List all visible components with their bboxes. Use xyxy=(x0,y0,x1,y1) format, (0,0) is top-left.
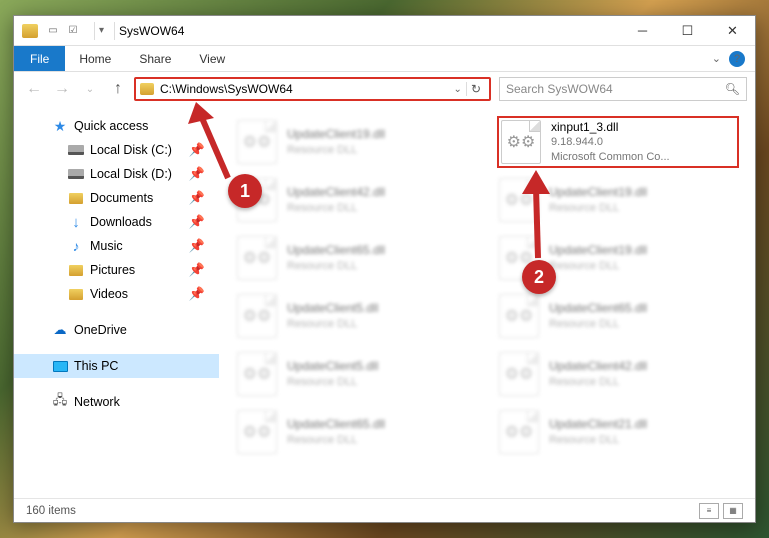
title-bar: ▭ ☑ ▾ SysWOW64 ─ ☐ ✕ xyxy=(14,16,755,46)
pin-icon: 📌 xyxy=(189,238,205,254)
item-count: 160 items xyxy=(26,505,76,517)
pin-icon: 📌 xyxy=(189,262,205,278)
sidebar-onedrive[interactable]: ☁ OneDrive xyxy=(14,318,219,342)
drive-icon xyxy=(68,145,84,155)
network-icon: 🖧 xyxy=(52,394,68,410)
folder-icon xyxy=(69,289,83,300)
drive-icon xyxy=(68,169,84,179)
refresh-button[interactable]: ↻ xyxy=(466,82,485,96)
qat-button[interactable]: ▭ xyxy=(44,22,62,40)
dll-file-icon: ⚙⚙ xyxy=(501,120,541,164)
close-button[interactable]: ✕ xyxy=(710,16,755,46)
sidebar-item-downloads[interactable]: ↓ Downloads 📌 xyxy=(14,210,219,234)
quick-access-toolbar: ▭ ☑ xyxy=(44,22,82,40)
dll-file-icon: ⚙⚙ xyxy=(237,294,277,338)
tab-share[interactable]: Share xyxy=(125,46,185,71)
pin-icon: 📌 xyxy=(189,286,205,302)
recent-dropdown[interactable]: ⌄ xyxy=(78,77,102,101)
sidebar-item-music[interactable]: ♪ Music 📌 xyxy=(14,234,219,258)
file-version: 9.18.944.0 xyxy=(551,135,670,150)
star-icon: ★ xyxy=(52,118,68,134)
tab-home[interactable]: Home xyxy=(65,46,125,71)
file-item[interactable]: ⚙⚙ UpdateClient5.dllResource DLL xyxy=(235,290,477,342)
sidebar-network[interactable]: 🖧 Network xyxy=(14,390,219,414)
file-item[interactable]: ⚙⚙ UpdateClient21.dllResource DLL xyxy=(497,406,739,458)
annotation-callout-2: 2 xyxy=(522,260,556,294)
dll-file-icon: ⚙⚙ xyxy=(237,410,277,454)
search-input[interactable]: Search SysWOW64 🔍︎ xyxy=(499,77,747,101)
icons-view-button[interactable]: ▦ xyxy=(723,503,743,519)
separator xyxy=(94,22,95,40)
file-item[interactable]: ⚙⚙ UpdateClient65.dllResource DLL xyxy=(497,290,739,342)
address-dropdown-icon[interactable]: ⌄ xyxy=(450,84,466,95)
file-item[interactable]: ⚙⚙ UpdateClient65.dllResource DLL xyxy=(235,406,477,458)
annotation-callout-1: 1 xyxy=(228,174,262,208)
dll-file-icon: ⚙⚙ xyxy=(237,236,277,280)
maximize-button[interactable]: ☐ xyxy=(665,16,710,46)
file-item[interactable]: ⚙⚙ UpdateClient5.dllResource DLL xyxy=(235,348,477,400)
up-button[interactable]: ↑ xyxy=(106,77,130,101)
sidebar-item-videos[interactable]: Videos 📌 xyxy=(14,282,219,306)
file-tab[interactable]: File xyxy=(14,46,65,71)
dll-file-icon: ⚙⚙ xyxy=(499,352,539,396)
folder-icon xyxy=(69,265,83,276)
details-view-button[interactable]: ≡ xyxy=(699,503,719,519)
back-button[interactable]: ← xyxy=(22,77,46,101)
dll-file-icon: ⚙⚙ xyxy=(237,352,277,396)
annotation-arrow-2 xyxy=(508,164,568,274)
file-item[interactable]: ⚙⚙ UpdateClient42.dllResource DLL xyxy=(497,348,739,400)
qat-button[interactable]: ☑ xyxy=(64,22,82,40)
download-icon: ↓ xyxy=(68,214,84,230)
music-icon: ♪ xyxy=(68,238,84,254)
search-icon: 🔍︎ xyxy=(725,82,740,96)
separator xyxy=(114,22,115,40)
ribbon-expand-icon[interactable]: ⌄ xyxy=(712,52,721,65)
file-item[interactable]: ⚙⚙ UpdateClient65.dllResource DLL xyxy=(235,232,477,284)
explorer-window: ▭ ☑ ▾ SysWOW64 ─ ☐ ✕ File Home Share Vie… xyxy=(13,15,756,523)
help-icon[interactable]: ? xyxy=(729,51,745,67)
folder-icon xyxy=(69,193,83,204)
navigation-bar: ← → ⌄ ↑ C:\Windows\SysWOW64 ⌄ ↻ Search S… xyxy=(14,72,755,106)
cloud-icon: ☁ xyxy=(52,322,68,338)
minimize-button[interactable]: ─ xyxy=(620,16,665,46)
window-title: SysWOW64 xyxy=(119,24,184,38)
search-placeholder: Search SysWOW64 xyxy=(506,82,613,96)
sidebar-this-pc[interactable]: This PC xyxy=(14,354,219,378)
status-bar: 160 items ≡ ▦ xyxy=(14,498,755,522)
file-name: xinput1_3.dll xyxy=(551,119,670,135)
folder-icon xyxy=(140,83,154,95)
dll-file-icon: ⚙⚙ xyxy=(499,294,539,338)
file-description: Microsoft Common Co... xyxy=(551,150,670,165)
folder-icon xyxy=(22,24,38,38)
file-list: ⚙⚙ UpdateClient19.dllResource DLL ⚙⚙ xin… xyxy=(219,106,755,498)
annotation-arrow-1 xyxy=(182,94,272,194)
dll-file-icon: ⚙⚙ xyxy=(499,410,539,454)
qat-dropdown[interactable]: ▾ xyxy=(99,25,104,36)
sidebar-item-pictures[interactable]: Pictures 📌 xyxy=(14,258,219,282)
forward-button[interactable]: → xyxy=(50,77,74,101)
ribbon: File Home Share View ⌄ ? xyxy=(14,46,755,72)
monitor-icon xyxy=(53,361,68,372)
tab-view[interactable]: View xyxy=(185,46,239,71)
file-item-highlighted[interactable]: ⚙⚙ xinput1_3.dll 9.18.944.0 Microsoft Co… xyxy=(497,116,739,168)
pin-icon: 📌 xyxy=(189,214,205,230)
